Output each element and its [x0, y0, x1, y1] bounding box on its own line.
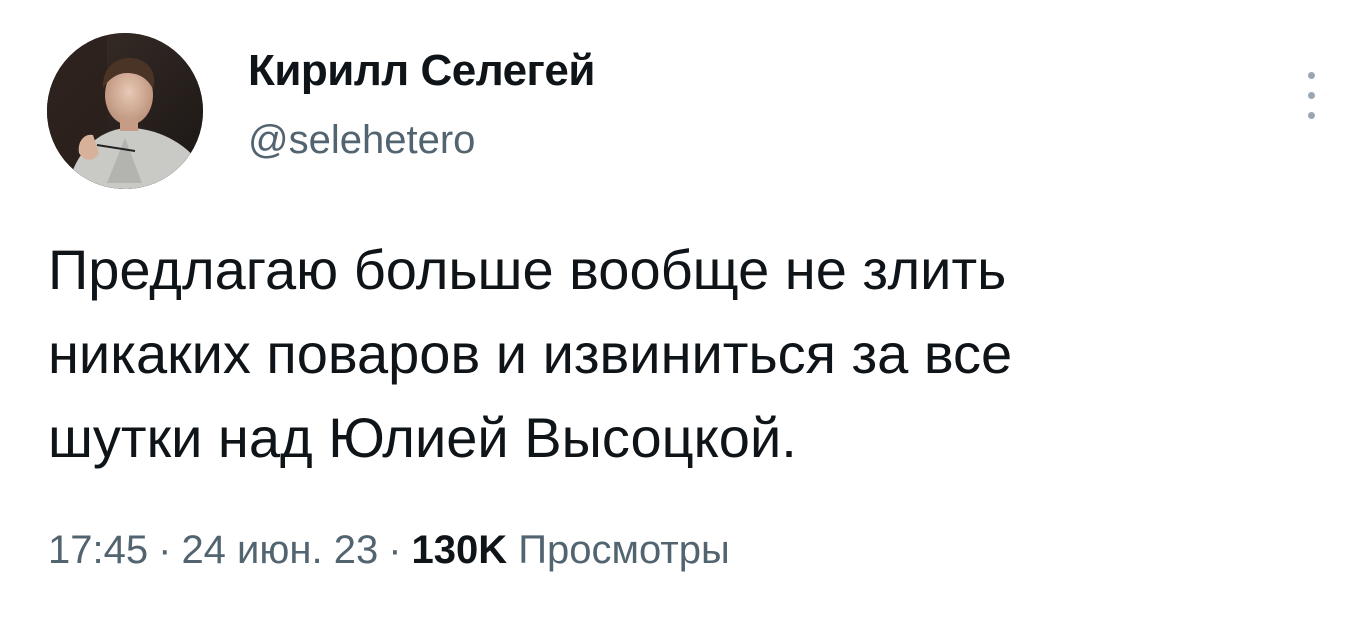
tweet-time[interactable]: 17:45: [48, 528, 148, 572]
more-dot: [1308, 112, 1315, 119]
author-handle[interactable]: @selehetero: [248, 117, 475, 163]
author-display-name[interactable]: Кирилл Селегей: [248, 46, 595, 96]
tweet-text: Предлагаю больше вообще не злить никаких…: [48, 238, 1013, 469]
meta-separator: ·: [388, 528, 402, 572]
more-vertical-icon[interactable]: [1296, 62, 1326, 128]
tweet-meta: 17:45 · 24 июн. 23 · 130K Просмотры: [48, 525, 730, 575]
views-count: 130K: [411, 528, 508, 572]
tweet-date[interactable]: 24 июн. 23: [181, 528, 378, 572]
more-dot: [1308, 72, 1315, 79]
tweet-card: Кирилл Селегей @selehetero Предлагаю бол…: [0, 0, 1360, 618]
views-label: Просмотры: [518, 528, 730, 572]
avatar-photo: [47, 33, 203, 189]
more-dot: [1308, 92, 1315, 99]
meta-separator: ·: [158, 528, 172, 572]
avatar[interactable]: [47, 33, 203, 189]
